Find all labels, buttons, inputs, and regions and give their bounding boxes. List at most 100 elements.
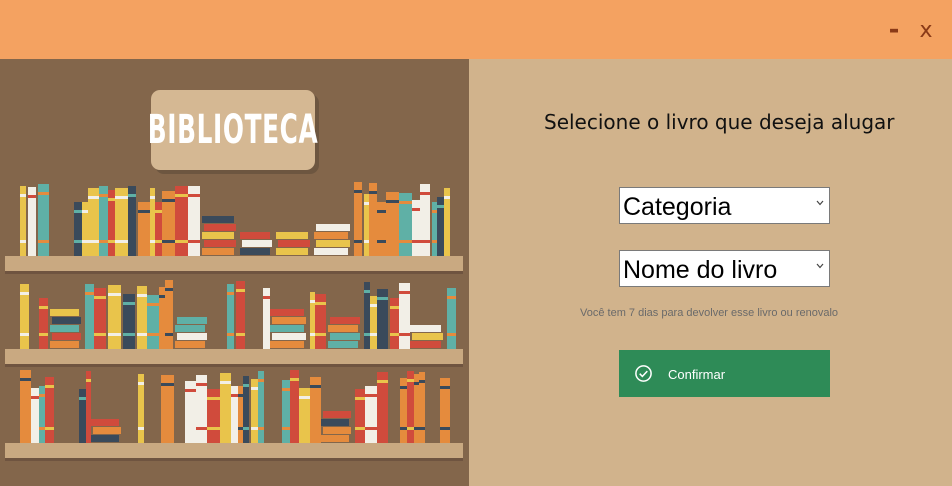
stacked-book xyxy=(240,248,270,255)
book-band xyxy=(165,288,173,291)
book-band xyxy=(155,240,162,243)
close-button[interactable]: x xyxy=(912,12,940,48)
book-band xyxy=(99,194,108,197)
book-band xyxy=(94,333,106,336)
stacked-book xyxy=(50,341,79,348)
stacked-book xyxy=(323,411,351,418)
book-band xyxy=(123,302,135,305)
book-band xyxy=(137,294,147,297)
book-band xyxy=(399,291,410,294)
book-band xyxy=(243,384,249,387)
stacked-book xyxy=(177,317,207,324)
stacked-book xyxy=(177,333,207,340)
stacked-book xyxy=(52,333,81,340)
book-band xyxy=(369,191,377,194)
book-band xyxy=(290,378,299,381)
stacked-book xyxy=(328,325,358,332)
shelf-board xyxy=(5,256,463,271)
book-band xyxy=(196,383,207,386)
stacked-book xyxy=(204,240,236,247)
book-band xyxy=(20,240,26,243)
confirm-button[interactable]: Confirmar xyxy=(619,350,830,397)
book-band xyxy=(432,240,437,243)
book-band xyxy=(99,240,108,243)
book-band xyxy=(354,240,362,243)
book-band xyxy=(20,378,31,381)
stacked-book xyxy=(50,309,79,316)
book-band xyxy=(128,194,136,197)
book-band xyxy=(400,386,407,389)
stacked-book xyxy=(330,317,360,324)
book-band xyxy=(377,240,386,243)
book-band xyxy=(236,289,245,292)
book-band xyxy=(390,333,399,336)
book-band xyxy=(39,394,45,397)
book-band xyxy=(414,382,419,385)
book-band xyxy=(399,201,412,204)
book-band xyxy=(251,387,258,390)
book-band xyxy=(419,427,425,430)
book-band xyxy=(155,210,162,213)
book-band xyxy=(28,195,36,198)
book-band xyxy=(188,240,200,243)
category-select[interactable]: Categoria xyxy=(619,187,830,224)
minimize-button[interactable]: - xyxy=(880,12,908,48)
book-band xyxy=(310,385,321,388)
book-band xyxy=(258,427,264,430)
stacked-book xyxy=(202,232,234,239)
book-band xyxy=(258,379,264,382)
stacked-book xyxy=(328,341,358,348)
stacked-book xyxy=(410,325,441,332)
stacked-book xyxy=(276,248,308,255)
library-sign: BIBLIOTECA xyxy=(148,90,318,170)
book-band xyxy=(137,333,147,336)
book-band xyxy=(20,333,29,336)
book-name-select[interactable]: Nome do livro xyxy=(619,250,830,287)
book-band xyxy=(45,385,54,388)
book-band xyxy=(165,333,173,336)
book-band xyxy=(420,240,430,243)
stacked-book xyxy=(52,317,81,324)
stacked-book xyxy=(175,325,205,332)
book-band xyxy=(243,427,249,430)
stacked-book xyxy=(272,317,306,324)
shelf-shadow xyxy=(5,271,463,274)
stacked-book xyxy=(270,341,304,348)
book-band xyxy=(364,202,369,205)
stacked-book xyxy=(202,216,234,223)
book-band xyxy=(407,427,414,430)
book-band xyxy=(412,208,420,211)
book-band xyxy=(79,397,86,400)
book-band xyxy=(188,194,200,197)
book-band xyxy=(440,386,450,389)
book-band xyxy=(39,306,48,309)
stacked-book xyxy=(330,333,360,340)
book-band xyxy=(386,200,399,203)
book-band xyxy=(38,192,49,195)
book-band xyxy=(20,292,29,295)
book-band xyxy=(150,196,155,199)
book-band xyxy=(108,198,115,201)
book-band xyxy=(447,296,456,299)
book-band xyxy=(108,293,121,296)
book-band xyxy=(74,210,82,213)
book-band xyxy=(115,196,128,199)
shelf-board xyxy=(5,443,463,458)
book-band xyxy=(440,427,450,430)
book-band xyxy=(364,333,370,336)
book-band xyxy=(31,396,39,399)
book-band xyxy=(108,333,121,336)
book-band xyxy=(238,394,243,397)
book-band xyxy=(355,397,365,400)
book-band xyxy=(227,333,234,336)
book-band xyxy=(147,303,159,306)
title-bar: - x xyxy=(0,0,952,59)
stacked-book xyxy=(175,341,205,348)
book-band xyxy=(412,240,420,243)
stacked-book xyxy=(91,435,119,442)
stacked-book xyxy=(314,248,348,255)
book-band xyxy=(355,427,365,430)
book-band xyxy=(444,196,450,199)
book-band xyxy=(123,333,135,336)
book-band xyxy=(39,427,45,430)
